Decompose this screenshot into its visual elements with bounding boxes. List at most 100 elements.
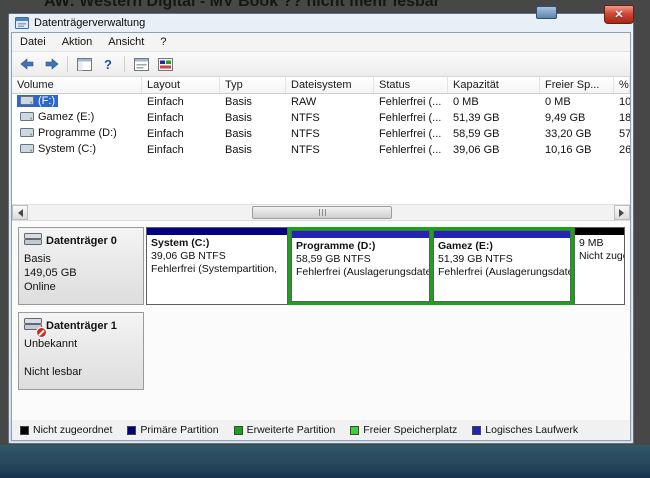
toolbar-separator [67,56,68,72]
scrollbar-thumb[interactable] [252,206,392,219]
partition-gamez-e[interactable]: Gamez (E:) 51,39 GB NTFS Fehlerfrei (Aus… [433,230,571,302]
menu-datei[interactable]: Datei [12,34,54,50]
extended-partition-swatch [233,425,243,435]
partition-size: 9 MB [579,237,604,249]
horizontal-scrollbar[interactable] [12,204,630,220]
column-status[interactable]: Status [374,77,448,93]
partition-label: Gamez (E:) [438,240,493,252]
list-empty-area [12,158,630,204]
unallocated-space[interactable]: 9 MB Nicht zugeordnet [574,227,625,305]
legend-item-extended: Erweiterte Partition [233,424,335,436]
close-icon: ✕ [614,9,624,21]
forward-button[interactable] [41,55,61,74]
free-space-swatch [350,425,360,435]
legend-item-logical: Logisches Laufwerk [472,424,578,436]
toolbar-separator [124,56,125,72]
disk-type: Basis [24,253,51,265]
logical-drive-strip [434,231,570,238]
column-prozent-frei[interactable]: % frei [614,77,630,93]
disk-0-row: Datenträger 0 Basis 149,05 GB Online Sys… [18,227,625,305]
scroll-right-icon [619,208,628,217]
disk-name: Datenträger 1 [46,319,117,332]
extended-partition-group: Programme (D:) 58,59 GB NTFS Fehlerfrei … [288,227,574,305]
background-page-band [0,445,650,478]
help-icon: ? [104,56,112,72]
window-icon [15,17,29,29]
column-freier-speicher[interactable]: Freier Sp... [540,77,614,93]
table-row[interactable]: (F:) Einfach Basis RAW Fehlerfrei (... 0… [12,94,630,110]
drive-icon [20,112,34,122]
partition-label: Programme (D:) [296,240,376,252]
disk-icon [24,232,42,249]
volume-name: System (C:) [17,143,99,155]
close-button[interactable]: ✕ [604,5,634,24]
partition-status: Fehlerfrei (Auslagerungsdatei [296,266,429,278]
disk-name: Datenträger 0 [46,234,117,247]
volume-list: Volume Layout Typ Dateisystem Status Kap… [12,77,630,204]
disk-size: 149,05 GB [24,267,77,279]
background-window-title: AW: Western Digital - MV Book ?? nicht m… [44,0,440,10]
menu-ansicht[interactable]: Ansicht [100,34,152,50]
disk-size [24,351,138,365]
column-layout[interactable]: Layout [142,77,220,93]
disk-1-row: Datenträger 1 Unbekannt Nicht lesbar [18,312,625,390]
scroll-right-button[interactable] [614,205,630,220]
drive-icon [20,96,34,106]
legend: Nicht zugeordnet Primäre Partition Erwei… [12,420,630,440]
logical-drive-strip [292,231,429,238]
scroll-left-icon [14,208,23,217]
volume-name: Gamez (E:) [17,111,97,123]
partition-system-c[interactable]: System (C:) 39,06 GB NTFS Fehlerfrei (Sy… [146,227,288,305]
partition-label: System (C:) [151,237,210,249]
disk-1-info[interactable]: Datenträger 1 Unbekannt Nicht lesbar [18,312,144,390]
console-tree-button[interactable] [74,55,94,74]
menu-aktion[interactable]: Aktion [54,34,101,50]
error-badge [36,327,47,338]
disk-0-info[interactable]: Datenträger 0 Basis 149,05 GB Online [18,227,144,305]
table-row[interactable]: System (C:) Einfach Basis NTFS Fehlerfre… [12,142,630,158]
disk-status: Nicht lesbar [24,366,83,378]
partition-programme-d[interactable]: Programme (D:) 58,59 GB NTFS Fehlerfrei … [291,230,430,302]
partition-status: Fehlerfrei (Auslagerungsdatei [438,266,570,278]
back-button[interactable] [17,55,37,74]
column-dateisystem[interactable]: Dateisystem [286,77,374,93]
disk-view-button[interactable] [155,55,175,74]
partition-status: Fehlerfrei (Systempartition, [151,263,278,275]
column-volume[interactable]: Volume [12,77,142,93]
window-content: Datei Aktion Ansicht ? ? Volume Layout T… [11,32,631,441]
unallocated-swatch [20,425,29,435]
column-kapazitaet[interactable]: Kapazität [448,77,540,93]
panes-icon [133,57,149,71]
partition-size: 51,39 GB NTFS [438,253,513,265]
drive-icon [20,144,34,154]
volume-name-selected: (F:) [17,94,59,107]
disk-1-partitions [146,312,625,390]
panes-button[interactable] [131,55,151,74]
forward-arrow-icon [45,58,58,70]
partition-status: Nicht zugeordnet [579,250,624,262]
menu-hilfe[interactable]: ? [152,34,174,50]
toolbar: ? [12,52,630,77]
disk-error-icon [24,317,47,338]
help-button[interactable]: ? [98,55,118,74]
disk-view-icon [157,57,173,71]
column-typ[interactable]: Typ [220,77,286,93]
graphical-view: Datenträger 0 Basis 149,05 GB Online Sys… [12,220,630,420]
legend-item-unallocated: Nicht zugeordnet [20,424,112,436]
table-row[interactable]: Programme (D:) Einfach Basis NTFS Fehler… [12,126,630,142]
disk-0-partitions: System (C:) 39,06 GB NTFS Fehlerfrei (Sy… [146,227,625,305]
disk-status: Online [24,281,56,293]
legend-item-primary: Primäre Partition [127,424,219,436]
table-row[interactable]: Gamez (E:) Einfach Basis NTFS Fehlerfrei… [12,110,630,126]
legend-item-free: Freier Speicherplatz [350,424,457,436]
menubar: Datei Aktion Ansicht ? [12,33,630,52]
partition-size: 39,06 GB NTFS [151,250,226,262]
volume-list-header: Volume Layout Typ Dateisystem Status Kap… [12,77,630,94]
partition-size: 58,59 GB NTFS [296,253,371,265]
scroll-left-button[interactable] [12,205,28,220]
volume-name: Programme (D:) [17,127,120,139]
back-arrow-icon [20,58,33,70]
primary-partition-swatch [127,425,137,435]
outer-minimize-button[interactable] [536,6,557,19]
unallocated-strip [575,228,624,235]
